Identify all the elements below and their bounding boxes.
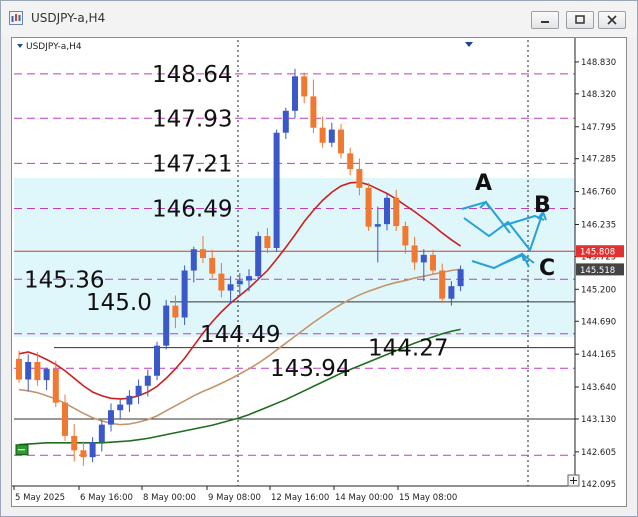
candle-body (209, 257, 216, 274)
price-tag-label: 145.518 (580, 266, 615, 276)
y-tick-label: 144.165 (581, 350, 616, 360)
minimize-button[interactable] (531, 11, 559, 29)
candle-body (393, 197, 400, 227)
candle-body (16, 358, 22, 380)
candle-body (126, 395, 133, 405)
candle-body (89, 442, 96, 458)
x-tick-label: 9 May 08:00 (208, 493, 261, 503)
candle-body (457, 269, 464, 287)
candle-body (246, 276, 252, 281)
collapse-arrow-icon (465, 42, 473, 47)
candle-body (448, 286, 455, 299)
candle-body (71, 435, 78, 451)
level-label: 147.93 (152, 106, 232, 132)
candle-body (319, 127, 326, 143)
level-label: 144.27 (368, 336, 448, 362)
level-label: 144.49 (200, 322, 280, 348)
chart-app-icon (9, 11, 23, 25)
y-tick-label: 142.605 (581, 448, 616, 458)
candle-body (154, 345, 160, 376)
candle-body (135, 385, 142, 396)
y-tick-label: 147.795 (581, 123, 616, 133)
candle-body (411, 245, 418, 263)
candle-body (172, 305, 179, 318)
y-tick-label: 145.200 (581, 285, 616, 295)
candle-body (338, 129, 344, 154)
y-tick-label: 148.830 (581, 58, 616, 68)
candle-body (402, 226, 409, 246)
level-label: 143.94 (270, 356, 350, 382)
candle-body (255, 236, 262, 277)
y-tick-label: 142.095 (581, 480, 616, 490)
candle-body (163, 305, 170, 346)
level-label: 148.64 (152, 62, 232, 88)
chevron-down-icon (17, 44, 23, 48)
x-tick-label: 15 May 08:00 (399, 493, 457, 503)
candle-body (384, 197, 390, 225)
close-icon (607, 15, 617, 25)
candle-body (347, 153, 354, 170)
candle-body (98, 424, 105, 443)
price-chart[interactable]: USDJPY-a,H4148.64147.93147.21146.49145.3… (12, 38, 626, 506)
scenario-label: A (475, 171, 492, 196)
level-label: 145.0 (86, 290, 152, 316)
candle-body (365, 187, 372, 227)
level-label: 146.49 (152, 197, 232, 223)
candle-body (374, 224, 381, 227)
x-tick-label: 5 May 2025 (15, 493, 65, 503)
restore-button[interactable] (566, 11, 594, 29)
x-tick-label: 8 May 00:00 (143, 493, 196, 503)
candle-body (34, 361, 41, 381)
window-title: USDJPY-a,H4 (31, 11, 106, 25)
candle-body (328, 129, 335, 143)
y-tick-label: 146.760 (581, 188, 616, 198)
candle-body (218, 273, 225, 291)
x-tick-label: 12 May 16:00 (271, 493, 329, 503)
y-tick-label: 143.640 (581, 383, 616, 393)
candle-body (420, 254, 427, 263)
candle-body (273, 132, 280, 248)
candle-body (439, 270, 446, 299)
price-tag-label: 145.808 (580, 248, 615, 258)
candle-body (356, 169, 363, 188)
candle-body (292, 76, 298, 111)
candle-body (52, 368, 59, 403)
level-label: 147.21 (152, 151, 232, 177)
candle-body (301, 76, 308, 97)
candle-body (282, 110, 289, 133)
x-tick-label: 6 May 16:00 (80, 493, 133, 503)
candle-body (430, 254, 436, 271)
y-tick-label: 148.320 (581, 90, 616, 100)
candle-body (181, 270, 188, 318)
candle-body (43, 368, 50, 381)
candle-body (62, 402, 68, 436)
x-tick-label: 14 May 00:00 (335, 493, 393, 503)
chart-window: USDJPY-a,H4 USDJPY-a,H4 148.64 147.93 147.2… (0, 0, 638, 517)
scenario-label: C (539, 256, 555, 281)
candle-body (236, 280, 243, 285)
candle-body (80, 450, 87, 458)
candle-body (310, 96, 317, 128)
y-tick-label: 147.285 (581, 155, 616, 165)
candle-body (200, 249, 206, 258)
y-tick-label: 146.235 (581, 220, 616, 230)
candle-body (108, 410, 114, 425)
y-tick-label: 143.130 (581, 415, 616, 425)
candle-body (264, 236, 271, 248)
restore-icon (575, 15, 585, 24)
window-titlebar[interactable]: USDJPY-a,H4 (1, 1, 637, 37)
minimize-icon (541, 21, 549, 23)
close-button[interactable] (598, 11, 626, 29)
chart-symbol-label: USDJPY-a,H4 (26, 42, 82, 52)
candle-body (144, 375, 151, 386)
candle-body (117, 404, 124, 411)
candle-body (190, 249, 197, 271)
candle-body (25, 361, 32, 380)
candle-body (227, 284, 234, 291)
scenario-label: B (534, 193, 551, 218)
chart-area[interactable]: USDJPY-a,H4 148.64 147.93 147.21 146.49 145.3… (11, 37, 627, 507)
y-tick-label: 144.690 (581, 317, 616, 327)
